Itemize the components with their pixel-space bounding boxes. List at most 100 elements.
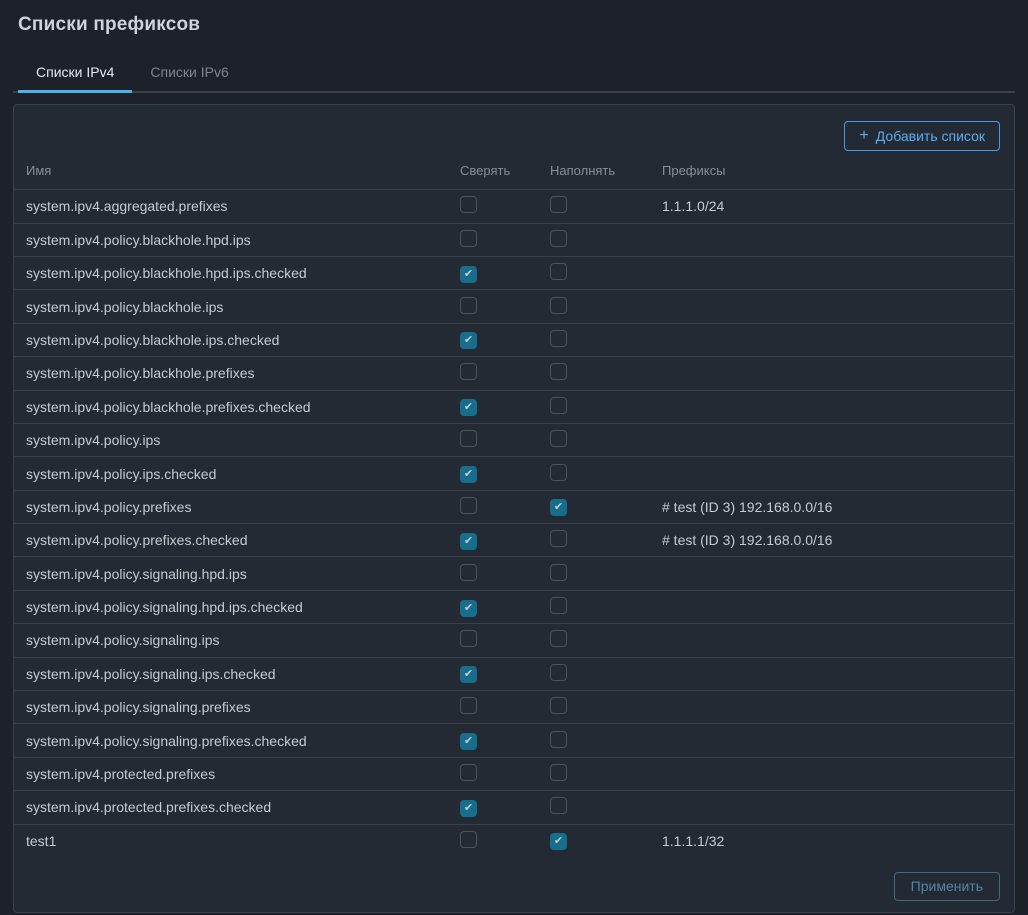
verify-checkbox[interactable] [460,230,477,247]
table-row: test1 ✔ 1.1.1.1/32 [14,824,1014,857]
table-row: system.ipv4.protected.prefixes [14,757,1014,790]
panel-toolbar: + Добавить список [14,105,1014,151]
table-row: system.ipv4.policy.signaling.prefixes.ch… [14,723,1014,756]
table-row: system.ipv4.policy.signaling.ips [14,623,1014,656]
fill-checkbox[interactable] [550,230,567,247]
verify-checkbox[interactable] [460,630,477,647]
table-row: system.ipv4.policy.blackhole.hpd.ips [14,223,1014,256]
fill-checkbox[interactable] [550,297,567,314]
row-name: system.ipv4.policy.signaling.ips [14,632,452,648]
column-header-verify: Сверять [452,163,542,178]
row-name: system.ipv4.policy.signaling.ips.checked [14,666,452,682]
row-name: system.ipv4.policy.blackhole.ips [14,299,452,315]
row-prefixes: 1.1.1.0/24 [654,198,1014,214]
verify-checkbox[interactable]: ✔ [460,332,477,349]
verify-checkbox[interactable]: ✔ [460,600,477,617]
verify-checkbox[interactable] [460,196,477,213]
column-header-fill: Наполнять [542,163,654,178]
row-prefixes: # test (ID 3) 192.168.0.0/16 [654,532,1014,548]
row-name: system.ipv4.aggregated.prefixes [14,198,452,214]
verify-checkbox[interactable]: ✔ [460,466,477,483]
table-row: system.ipv4.policy.ips.checked ✔ [14,456,1014,489]
add-list-button[interactable]: + Добавить список [844,121,1000,151]
row-prefixes: # test (ID 3) 192.168.0.0/16 [654,499,1014,515]
verify-checkbox[interactable]: ✔ [460,533,477,550]
fill-checkbox[interactable] [550,664,567,681]
table-row: system.ipv4.policy.ips [14,423,1014,456]
table-row: system.ipv4.policy.signaling.ips.checked… [14,657,1014,690]
verify-checkbox[interactable] [460,497,477,514]
table-row: system.ipv4.policy.signaling.hpd.ips [14,556,1014,589]
fill-checkbox[interactable] [550,697,567,714]
fill-checkbox[interactable] [550,430,567,447]
row-prefixes: 1.1.1.1/32 [654,833,1014,849]
verify-checkbox[interactable] [460,764,477,781]
fill-checkbox[interactable] [550,564,567,581]
column-header-prefixes: Префиксы [654,163,1014,178]
fill-checkbox[interactable]: ✔ [550,499,567,516]
fill-checkbox[interactable] [550,630,567,647]
table-header: Имя Сверять Наполнять Префиксы [14,151,1014,189]
fill-checkbox[interactable] [550,764,567,781]
prefix-lists-page: Списки префиксов Списки IPv4 Списки IPv6… [0,0,1028,913]
row-name: system.ipv4.protected.prefixes.checked [14,799,452,815]
table-body: system.ipv4.aggregated.prefixes 1.1.1.0/… [14,189,1014,857]
verify-checkbox[interactable] [460,430,477,447]
row-name: system.ipv4.policy.blackhole.prefixes [14,365,452,381]
row-name: system.ipv4.policy.ips [14,432,452,448]
row-name: system.ipv4.policy.signaling.hpd.ips.che… [14,599,452,615]
table-row: system.ipv4.policy.blackhole.hpd.ips.che… [14,256,1014,289]
verify-checkbox[interactable]: ✔ [460,266,477,283]
table-row: system.ipv4.policy.signaling.prefixes [14,690,1014,723]
fill-checkbox[interactable] [550,263,567,280]
table-row: system.ipv4.policy.blackhole.ips.checked… [14,323,1014,356]
verify-checkbox[interactable] [460,297,477,314]
tab-bar: Списки IPv4 Списки IPv6 [13,56,1015,93]
verify-checkbox[interactable] [460,564,477,581]
fill-checkbox[interactable] [550,464,567,481]
table-row: system.ipv4.aggregated.prefixes 1.1.1.0/… [14,189,1014,222]
plus-icon: + [859,126,868,145]
table-row: system.ipv4.policy.blackhole.ips [14,289,1014,322]
add-list-button-label: Добавить список [876,128,985,145]
row-name: test1 [14,833,452,849]
row-name: system.ipv4.policy.blackhole.prefixes.ch… [14,399,452,415]
tab-ipv6-lists[interactable]: Списки IPv6 [132,56,246,93]
table-row: system.ipv4.policy.prefixes ✔ # test (ID… [14,490,1014,523]
fill-checkbox[interactable] [550,397,567,414]
row-name: system.ipv4.policy.prefixes.checked [14,532,452,548]
panel-footer: Применить [14,858,1014,912]
verify-checkbox[interactable]: ✔ [460,399,477,416]
verify-checkbox[interactable] [460,363,477,380]
page-title: Списки префиксов [18,14,1015,36]
table-row: system.ipv4.policy.blackhole.prefixes.ch… [14,390,1014,423]
row-name: system.ipv4.policy.signaling.hpd.ips [14,566,452,582]
column-header-name: Имя [14,163,452,178]
verify-checkbox[interactable] [460,697,477,714]
table-row: system.ipv4.protected.prefixes.checked ✔ [14,790,1014,823]
tab-ipv4-lists[interactable]: Списки IPv4 [18,56,132,93]
table-row: system.ipv4.policy.blackhole.prefixes [14,356,1014,389]
table-row: system.ipv4.policy.signaling.hpd.ips.che… [14,590,1014,623]
row-name: system.ipv4.policy.blackhole.hpd.ips [14,232,452,248]
fill-checkbox[interactable] [550,731,567,748]
fill-checkbox[interactable] [550,530,567,547]
row-name: system.ipv4.protected.prefixes [14,766,452,782]
verify-checkbox[interactable]: ✔ [460,666,477,683]
apply-button[interactable]: Применить [894,872,1000,901]
fill-checkbox[interactable] [550,330,567,347]
row-name: system.ipv4.policy.prefixes [14,499,452,515]
verify-checkbox[interactable] [460,831,477,848]
fill-checkbox[interactable]: ✔ [550,833,567,850]
fill-checkbox[interactable] [550,363,567,380]
row-name: system.ipv4.policy.signaling.prefixes [14,699,452,715]
verify-checkbox[interactable]: ✔ [460,800,477,817]
row-name: system.ipv4.policy.blackhole.hpd.ips.che… [14,265,452,281]
fill-checkbox[interactable] [550,597,567,614]
prefix-lists-panel: + Добавить список Имя Сверять Наполнять … [13,104,1015,913]
fill-checkbox[interactable] [550,196,567,213]
fill-checkbox[interactable] [550,797,567,814]
row-name: system.ipv4.policy.signaling.prefixes.ch… [14,733,452,749]
verify-checkbox[interactable]: ✔ [460,733,477,750]
table-row: system.ipv4.policy.prefixes.checked ✔ # … [14,523,1014,556]
